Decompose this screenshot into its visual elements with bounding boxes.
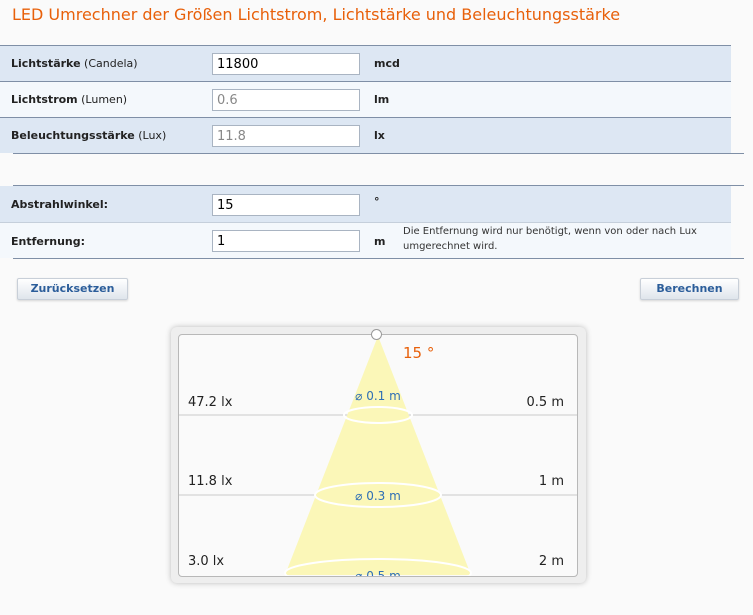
divider — [13, 258, 744, 259]
lux-label-3: 3.0 lx — [188, 554, 224, 569]
row-lichtstaerke: Lichtstärke (Candela) mcd — [0, 45, 731, 81]
lux-label-1: 47.2 lx — [188, 395, 233, 410]
row-abstrahlwinkel: Abstrahlwinkel: ° — [0, 186, 731, 222]
lichtstrom-input[interactable] — [212, 89, 360, 111]
divider — [13, 153, 744, 154]
distance-label-3: 2 m — [539, 554, 564, 569]
distance-label-1: 0.5 m — [527, 395, 564, 410]
label-beleuchtungsstaerke: Beleuchtungsstärke (Lux) — [11, 129, 167, 142]
light-beam — [285, 336, 471, 575]
angle-label: 15 ° — [403, 344, 434, 362]
unit-lm: lm — [374, 93, 390, 106]
unit-mcd: mcd — [374, 57, 400, 70]
label-lichtstaerke: Lichtstärke (Candela) — [11, 57, 138, 70]
light-source-icon — [371, 329, 382, 340]
lux-label-2: 11.8 lx — [188, 474, 233, 489]
lichtstaerke-input[interactable] — [212, 53, 360, 75]
beam-diagram: 15 ° 47.2 lx 11.8 lx 3.0 lx 0.5 m 1 m 2 … — [178, 334, 578, 577]
unit-lx: lx — [374, 129, 385, 142]
row-lichtstrom: Lichtstrom (Lumen) lm — [0, 81, 731, 117]
label-entfernung: Entfernung: — [11, 235, 86, 248]
beam-svg: 15 ° 47.2 lx 11.8 lx 3.0 lx 0.5 m 1 m 2 … — [179, 336, 577, 577]
entfernung-input[interactable] — [212, 230, 360, 252]
beleuchtungsstaerke-input[interactable] — [212, 125, 360, 147]
row-entfernung: Entfernung: m Die Entfernung wird nur be… — [0, 222, 731, 258]
diameter-label-1: ⌀ 0.1 m — [355, 389, 401, 403]
abstrahlwinkel-input[interactable] — [212, 194, 360, 216]
distance-label-2: 1 m — [539, 474, 564, 489]
entfernung-note: Die Entfernung wird nur benötigt, wenn v… — [403, 226, 697, 252]
diameter-label-3: ⌀ 0.5 m — [355, 569, 401, 577]
unit-m: m — [374, 235, 386, 248]
reset-button[interactable]: Zurücksetzen — [17, 278, 128, 300]
unit-degree: ° — [374, 195, 380, 208]
page-title: LED Umrechner der Größen Lichtstrom, Lic… — [12, 5, 621, 24]
diameter-label-2: ⌀ 0.3 m — [355, 489, 401, 503]
label-abstrahlwinkel: Abstrahlwinkel: — [11, 198, 109, 211]
row-beleuchtungsstaerke: Beleuchtungsstärke (Lux) lx — [0, 117, 731, 153]
label-lichtstrom: Lichtstrom (Lumen) — [11, 93, 128, 106]
calculate-button[interactable]: Berechnen — [640, 278, 739, 300]
